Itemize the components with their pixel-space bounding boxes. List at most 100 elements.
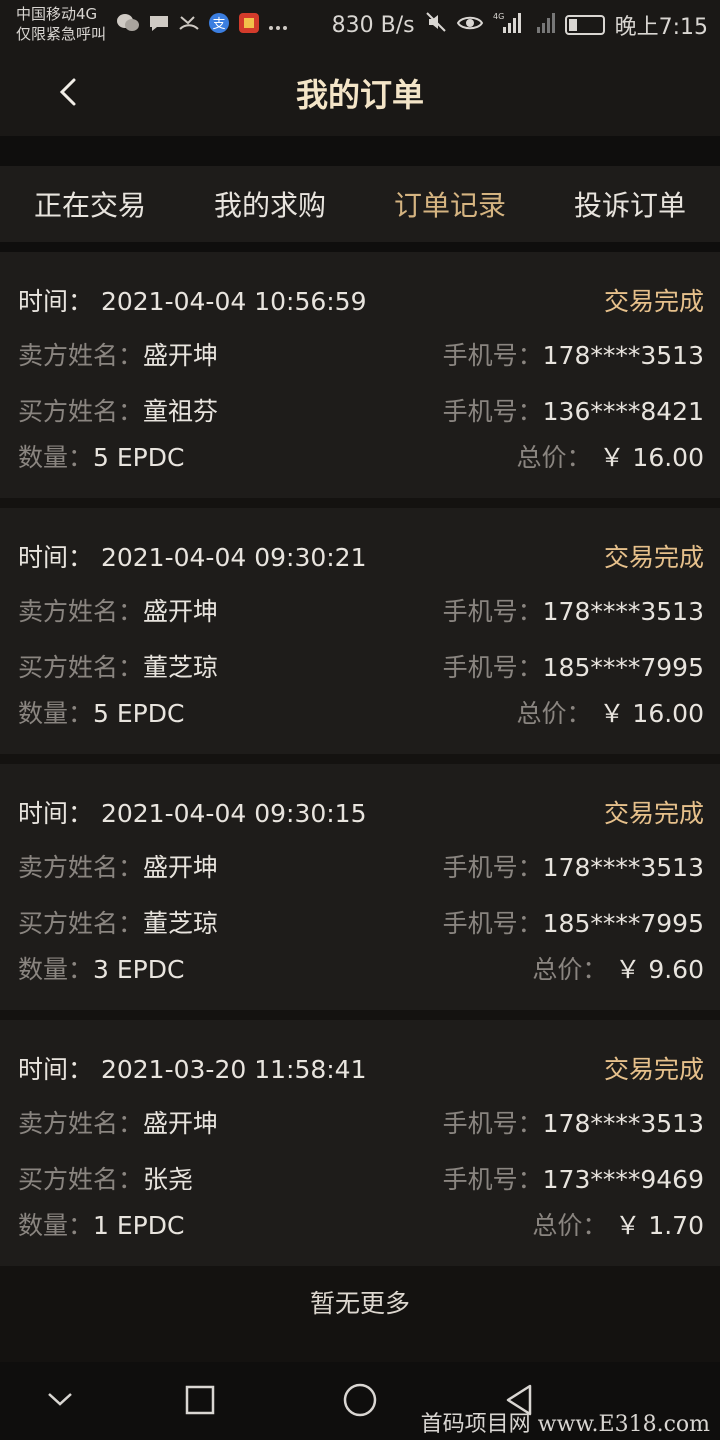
total-label: 总价： — [532, 955, 608, 984]
carrier-name: 中国移动4G — [16, 5, 98, 23]
phone-label: 手机号： — [442, 597, 543, 626]
alipay-icon: 支 — [208, 12, 230, 39]
quantity-label: 数量： — [18, 955, 94, 984]
total-label: 总价： — [516, 443, 592, 472]
net-speed: 830 B/s — [331, 12, 415, 38]
buyer-label: 买方姓名： — [18, 397, 144, 426]
order-status: 交易完成 — [603, 799, 704, 828]
order-time: 2021-04-04 09:30:21 — [100, 543, 367, 572]
square-icon — [185, 1385, 215, 1415]
eye-icon — [456, 13, 483, 38]
seller-phone: 178****3513 — [542, 341, 704, 370]
order-quantity: 3 EPDC — [93, 955, 185, 984]
time-label: 时间： — [18, 799, 94, 828]
seller-name: 盛开坤 — [143, 597, 219, 626]
wechat-icon — [116, 13, 140, 38]
seller-label: 卖方姓名： — [18, 341, 144, 370]
phone-label: 手机号： — [442, 853, 543, 882]
quantity-label: 数量： — [18, 1211, 94, 1240]
buyer-name: 董芝琼 — [143, 909, 219, 938]
more-icon — [268, 13, 288, 37]
buyer-label: 买方姓名： — [18, 909, 144, 938]
order-status: 交易完成 — [603, 1055, 704, 1084]
phone-label: 手机号： — [442, 1165, 543, 1194]
phone-label: 手机号： — [442, 397, 543, 426]
seller-name: 盛开坤 — [143, 853, 219, 882]
seller-label: 卖方姓名： — [18, 1109, 144, 1138]
tab-order-history[interactable]: 订单记录 — [360, 166, 540, 242]
order-total: ￥ 16.00 — [599, 443, 704, 472]
time-label: 时间： — [18, 287, 94, 316]
quantity-label: 数量： — [18, 443, 94, 472]
phone-label: 手机号： — [442, 341, 543, 370]
header: 我的订单 — [0, 50, 720, 136]
carrier-emergency: 仅限紧急呼叫 — [16, 25, 107, 43]
buyer-name: 张尧 — [143, 1165, 194, 1194]
status-right: 830 B/s 4G 晚上7:15 — [332, 10, 708, 40]
chat-icon — [148, 13, 170, 38]
recents-button[interactable] — [180, 1380, 220, 1420]
seller-name: 盛开坤 — [143, 1109, 219, 1138]
buyer-phone: 136****8421 — [542, 397, 704, 426]
watermark: 首码项目网 www.E318.com — [420, 1412, 710, 1437]
order-card[interactable]: 时间： 2021-04-04 10:56:59 交易完成 卖方姓名：盛开坤 手机… — [0, 252, 720, 498]
tab-trading[interactable]: 正在交易 — [0, 166, 180, 242]
missed-call-icon — [178, 13, 200, 38]
tab-complaints[interactable]: 投诉订单 — [540, 166, 720, 242]
order-time: 2021-03-20 11:58:41 — [100, 1055, 367, 1084]
seller-phone: 178****3513 — [542, 597, 704, 626]
seller-label: 卖方姓名： — [18, 597, 144, 626]
hide-nav-button[interactable] — [40, 1380, 80, 1420]
order-status: 交易完成 — [603, 287, 704, 316]
status-bar: 中国移动4G 仅限紧急呼叫 支 830 B/s 4G 晚上7:15 — [0, 0, 720, 50]
order-total: ￥ 16.00 — [599, 699, 704, 728]
svg-text:支: 支 — [212, 17, 225, 32]
buyer-label: 买方姓名： — [18, 653, 144, 682]
app-icon — [238, 12, 260, 39]
svg-text:4G: 4G — [493, 12, 504, 21]
tab-purchase-requests[interactable]: 我的求购 — [180, 166, 360, 242]
order-card[interactable]: 时间： 2021-04-04 09:30:21 交易完成 卖方姓名：盛开坤 手机… — [0, 508, 720, 754]
phone-label: 手机号： — [442, 1109, 543, 1138]
mute-icon — [425, 11, 447, 39]
home-button[interactable] — [340, 1380, 380, 1420]
battery-icon — [564, 15, 605, 35]
order-card[interactable]: 时间： 2021-04-04 09:30:15 交易完成 卖方姓名：盛开坤 手机… — [0, 764, 720, 1010]
circle-icon — [343, 1383, 377, 1417]
seller-name: 盛开坤 — [143, 341, 219, 370]
quantity-label: 数量： — [18, 699, 94, 728]
order-quantity: 1 EPDC — [93, 1211, 185, 1240]
total-label: 总价： — [516, 699, 592, 728]
phone-label: 手机号： — [442, 653, 543, 682]
time-label: 时间： — [18, 1055, 94, 1084]
seller-label: 卖方姓名： — [18, 853, 144, 882]
total-label: 总价： — [532, 1211, 608, 1240]
buyer-label: 买方姓名： — [18, 1165, 144, 1194]
time-label: 时间： — [18, 543, 94, 572]
carrier-info: 中国移动4G 仅限紧急呼叫 — [16, 4, 106, 44]
order-card[interactable]: 时间： 2021-03-20 11:58:41 交易完成 卖方姓名：盛开坤 手机… — [0, 1020, 720, 1266]
seller-phone: 178****3513 — [542, 853, 704, 882]
order-status: 交易完成 — [603, 543, 704, 572]
order-list: 时间： 2021-04-04 10:56:59 交易完成 卖方姓名：盛开坤 手机… — [0, 252, 720, 1276]
divider — [0, 136, 720, 166]
buyer-name: 董芝琼 — [143, 653, 219, 682]
order-quantity: 5 EPDC — [93, 443, 185, 472]
no-more-text: 暂无更多 — [309, 1289, 410, 1318]
seller-phone: 178****3513 — [542, 1109, 704, 1138]
divider — [0, 242, 720, 252]
order-total: ￥ 9.60 — [615, 955, 704, 984]
buyer-phone: 173****9469 — [542, 1165, 704, 1194]
order-time: 2021-04-04 09:30:15 — [100, 799, 367, 828]
order-quantity: 5 EPDC — [93, 699, 185, 728]
signal-4g-icon: 4G — [493, 11, 521, 39]
page-title: 我的订单 — [295, 76, 424, 114]
chevron-down-icon — [48, 1393, 72, 1406]
buyer-name: 童祖芬 — [143, 397, 219, 426]
buyer-phone: 185****7995 — [542, 653, 704, 682]
buyer-phone: 185****7995 — [542, 909, 704, 938]
order-time: 2021-04-04 10:56:59 — [100, 287, 367, 316]
notification-icons: 支 — [116, 12, 288, 38]
order-total: ￥ 1.70 — [615, 1211, 704, 1240]
clock: 晚上7:15 — [614, 15, 708, 40]
